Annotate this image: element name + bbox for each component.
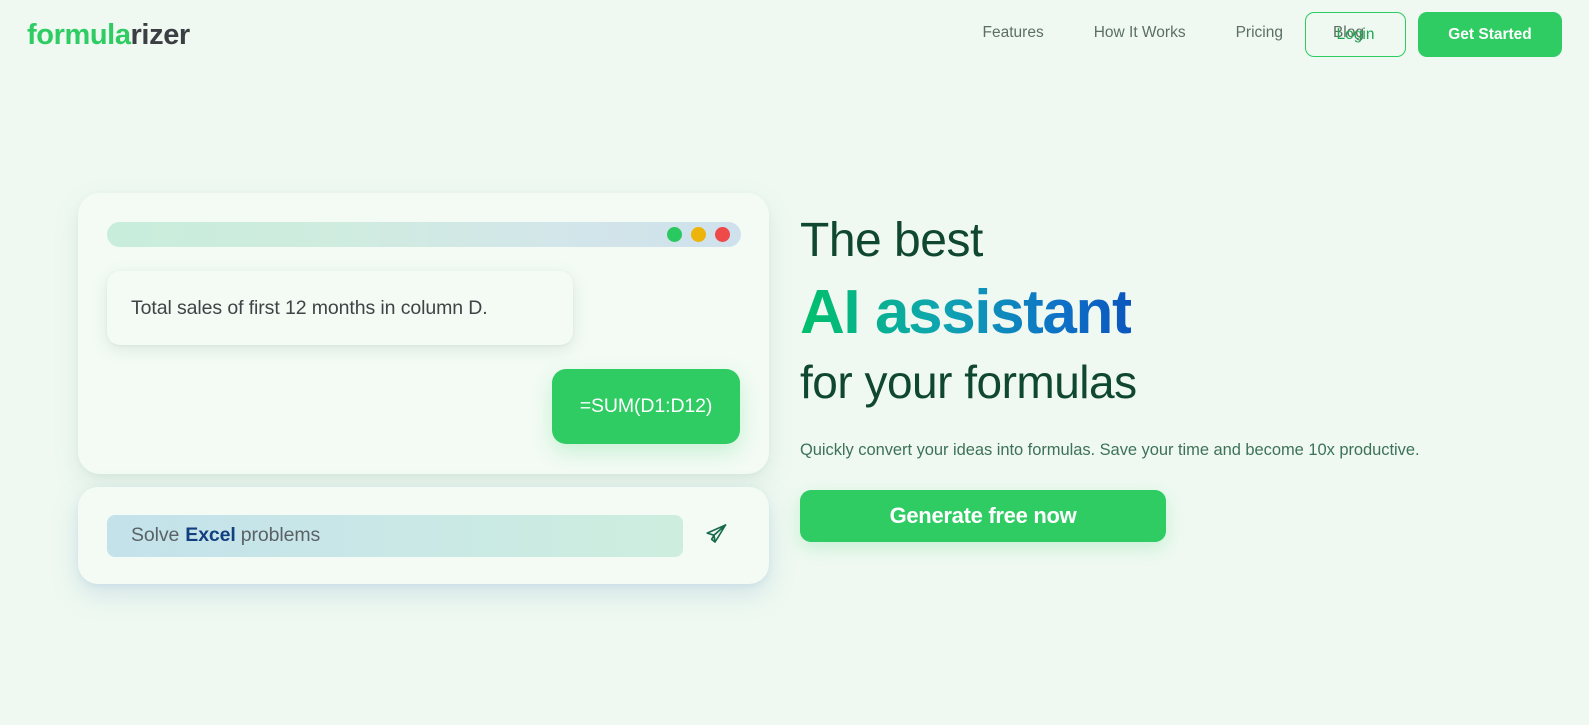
logo-text-secondary: rizer (130, 19, 191, 51)
get-started-button[interactable]: Get Started (1418, 12, 1562, 57)
nav-link-features[interactable]: Features (958, 22, 1069, 44)
window-dot-green-icon[interactable] (667, 227, 682, 242)
chat-message-assistant: =SUM(D1:D12) (552, 369, 740, 444)
window-dot-red-icon[interactable] (715, 227, 730, 242)
login-button[interactable]: Login (1305, 12, 1406, 57)
logo[interactable]: formularizer (27, 18, 190, 52)
window-dot-yellow-icon[interactable] (691, 227, 706, 242)
chat-input-keyword: Excel (185, 524, 236, 546)
chat-demo-section: Total sales of first 12 months in column… (78, 193, 769, 584)
chat-input-prefix: Solve (131, 524, 180, 546)
chat-message-user: Total sales of first 12 months in column… (107, 271, 573, 345)
chat-input-suffix: problems (240, 524, 321, 546)
logo-text-primary: formula (27, 19, 131, 51)
hero-headline-line1: The best (800, 214, 983, 267)
send-button[interactable] (699, 519, 733, 553)
site-header: formularizer Features How It Works Prici… (0, 0, 1589, 70)
hero-headline-line3: for your formulas (800, 356, 1137, 408)
nav-link-how-it-works[interactable]: How It Works (1069, 22, 1211, 44)
send-paper-plane-icon (703, 521, 729, 550)
nav-link-pricing[interactable]: Pricing (1211, 22, 1308, 44)
window-title-bar (107, 222, 741, 247)
chat-input[interactable]: Solve Excel problems (107, 514, 683, 557)
chat-card: Total sales of first 12 months in column… (78, 193, 769, 474)
header-actions: Login Get Started (1305, 12, 1562, 57)
generate-free-now-button[interactable]: Generate free now (800, 490, 1166, 542)
chat-input-card: Solve Excel problems (78, 487, 769, 584)
hero-description: Quickly convert your ideas into formulas… (800, 441, 1420, 459)
hero-headline-highlight: AI assistant (800, 272, 1133, 354)
hero-section: The best AI assistant for your formulas … (800, 210, 1500, 542)
